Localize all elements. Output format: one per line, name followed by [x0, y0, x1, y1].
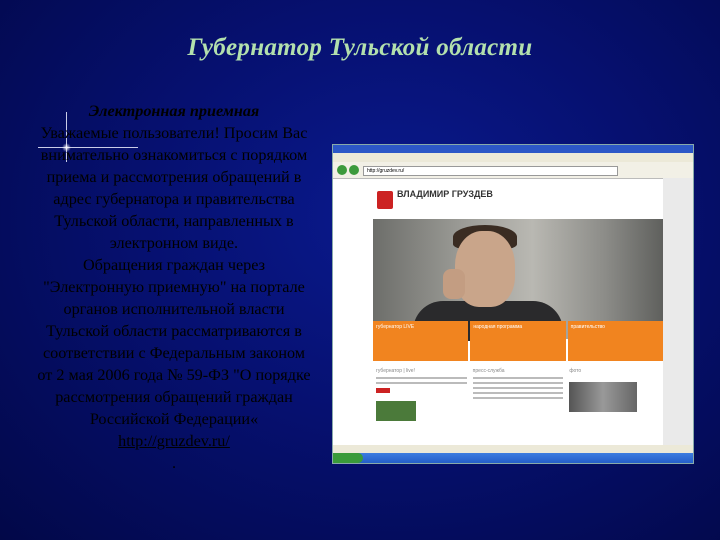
address-bar: http://gruzdev.ru/ — [363, 166, 618, 176]
text-line — [472, 377, 564, 379]
text-line — [376, 377, 467, 379]
law-paragraph: Обращения граждан через "Электронную при… — [37, 256, 311, 428]
photo-hand — [443, 269, 465, 299]
orange-tab-title: губернатор LIVE — [376, 324, 415, 330]
lower-column-heading: фото — [569, 368, 582, 374]
lower-column: пресс-служба — [470, 365, 567, 445]
window-titlebar — [333, 145, 693, 153]
browser-menubar — [333, 153, 693, 162]
text-line — [472, 382, 564, 384]
green-box — [376, 401, 416, 421]
slide-title: Губернатор Тульской области — [187, 34, 533, 61]
slide-subtitle: Электронная приемная — [88, 102, 260, 120]
status-bar — [333, 445, 693, 453]
site-header: ВЛАДИМИР ГРУЗДЕВ — [373, 181, 663, 219]
text-line — [472, 397, 564, 399]
forward-icon — [349, 165, 359, 175]
lower-content: губернатор | live! пресс-служба фото — [373, 365, 663, 445]
back-icon — [337, 165, 347, 175]
browser-sidebar — [663, 178, 693, 445]
photo-thumbnail — [569, 382, 638, 412]
orange-tab: правительство — [567, 321, 663, 361]
browser-toolbar: http://gruzdev.ru/ — [333, 162, 693, 179]
text-line — [376, 382, 467, 384]
site-name: ВЛАДИМИР ГРУЗДЕВ — [397, 189, 493, 199]
orange-tab-title: правительство — [570, 324, 605, 330]
photo-face — [455, 231, 515, 307]
intro-paragraph: Уважаемые пользователи! Просим Вас внима… — [40, 124, 308, 252]
text-line — [472, 387, 564, 389]
lower-column-heading: губернатор | live! — [376, 368, 415, 374]
text-column: Электронная приемная Уважаемые пользоват… — [34, 100, 314, 474]
lower-column: губернатор | live! — [373, 365, 470, 445]
coat-of-arms-icon — [377, 191, 393, 209]
taskbar — [333, 453, 693, 463]
lower-column-heading: пресс-служба — [472, 368, 505, 374]
link-paragraph: http://gruzdev.ru/ — [34, 430, 314, 452]
orange-tab: народная программа — [470, 321, 566, 361]
orange-tabs: губернатор LIVE народная программа прави… — [373, 321, 663, 361]
website-screenshot: http://gruzdev.ru/ ВЛАДИМИР ГРУЗДЕВ губе… — [332, 144, 694, 464]
orange-tab: губернатор LIVE — [373, 321, 469, 361]
site-link[interactable]: http://gruzdev.ru/ — [118, 432, 230, 450]
start-button — [333, 453, 363, 463]
orange-tab-title: народная программа — [473, 324, 523, 330]
red-button — [376, 388, 390, 393]
trailing-dot: . — [171, 454, 177, 472]
text-line — [472, 392, 564, 394]
lower-column: фото — [566, 365, 663, 445]
